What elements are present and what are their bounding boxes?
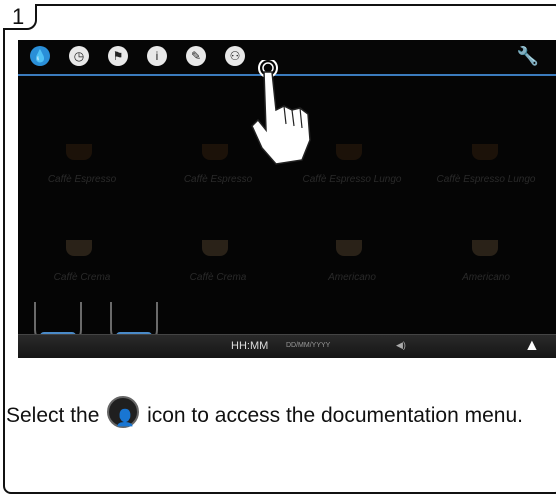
flag-icon[interactable]: ⚑ xyxy=(108,46,128,66)
drink-tile-label[interactable]: Americano xyxy=(426,272,546,283)
caption-text-after: icon to access the documentation menu. xyxy=(141,404,523,427)
drink-tile-label[interactable]: Caffè Crema xyxy=(158,272,278,283)
time-display: HH:MM xyxy=(231,340,269,352)
info-icon[interactable]: i xyxy=(147,46,167,66)
coffee-cup-icon xyxy=(472,240,498,256)
drink-tile-label[interactable]: Caffè Espresso Lungo xyxy=(292,174,412,185)
espresso-cup-icon xyxy=(202,144,228,160)
drink-tile-label[interactable]: Caffè Espresso Lungo xyxy=(426,174,546,185)
coffee-cup-icon xyxy=(202,240,228,256)
clock-icon[interactable]: ◷ xyxy=(69,46,89,66)
drink-tile-label[interactable]: Americano xyxy=(292,272,412,283)
espresso-cup-icon xyxy=(336,144,362,160)
step-number: 1 xyxy=(12,4,25,29)
drink-tile-label[interactable]: Caffè Crema xyxy=(22,272,142,283)
pointing-hand-icon xyxy=(251,60,311,165)
documentation-icon xyxy=(107,396,140,436)
coffee-cup-icon xyxy=(66,240,92,256)
espresso-cup-icon xyxy=(472,144,498,160)
water-drop-icon[interactable]: 💧 xyxy=(30,46,50,66)
date-display: DD/MM/YYYY xyxy=(286,342,331,349)
wrench-icon[interactable]: 🔧 xyxy=(517,46,539,66)
espresso-cup-icon xyxy=(66,144,92,160)
volume-icon[interactable]: ◀) xyxy=(396,340,406,351)
status-bar: HH:MM DD/MM/YYYY ◀) ▲ xyxy=(18,334,556,358)
pencil-icon[interactable]: ✎ xyxy=(186,46,206,66)
machine-screen: 💧 ◷ ⚑ i ✎ ⚇ 🔧 Caffè Espresso Caffè Espre… xyxy=(18,40,556,358)
drink-tile-label[interactable]: Caffè Espresso xyxy=(22,174,142,185)
drink-tile-label[interactable]: Caffè Espresso xyxy=(158,174,278,185)
scroll-up-icon[interactable]: ▲ xyxy=(524,337,540,355)
documentation-icon[interactable]: ⚇ xyxy=(225,46,245,66)
instruction-caption: Select the icon to access the documentat… xyxy=(6,396,556,436)
caption-text-before: Select the xyxy=(6,404,106,427)
step-tab: 1 xyxy=(3,4,37,30)
coffee-cup-icon xyxy=(336,240,362,256)
